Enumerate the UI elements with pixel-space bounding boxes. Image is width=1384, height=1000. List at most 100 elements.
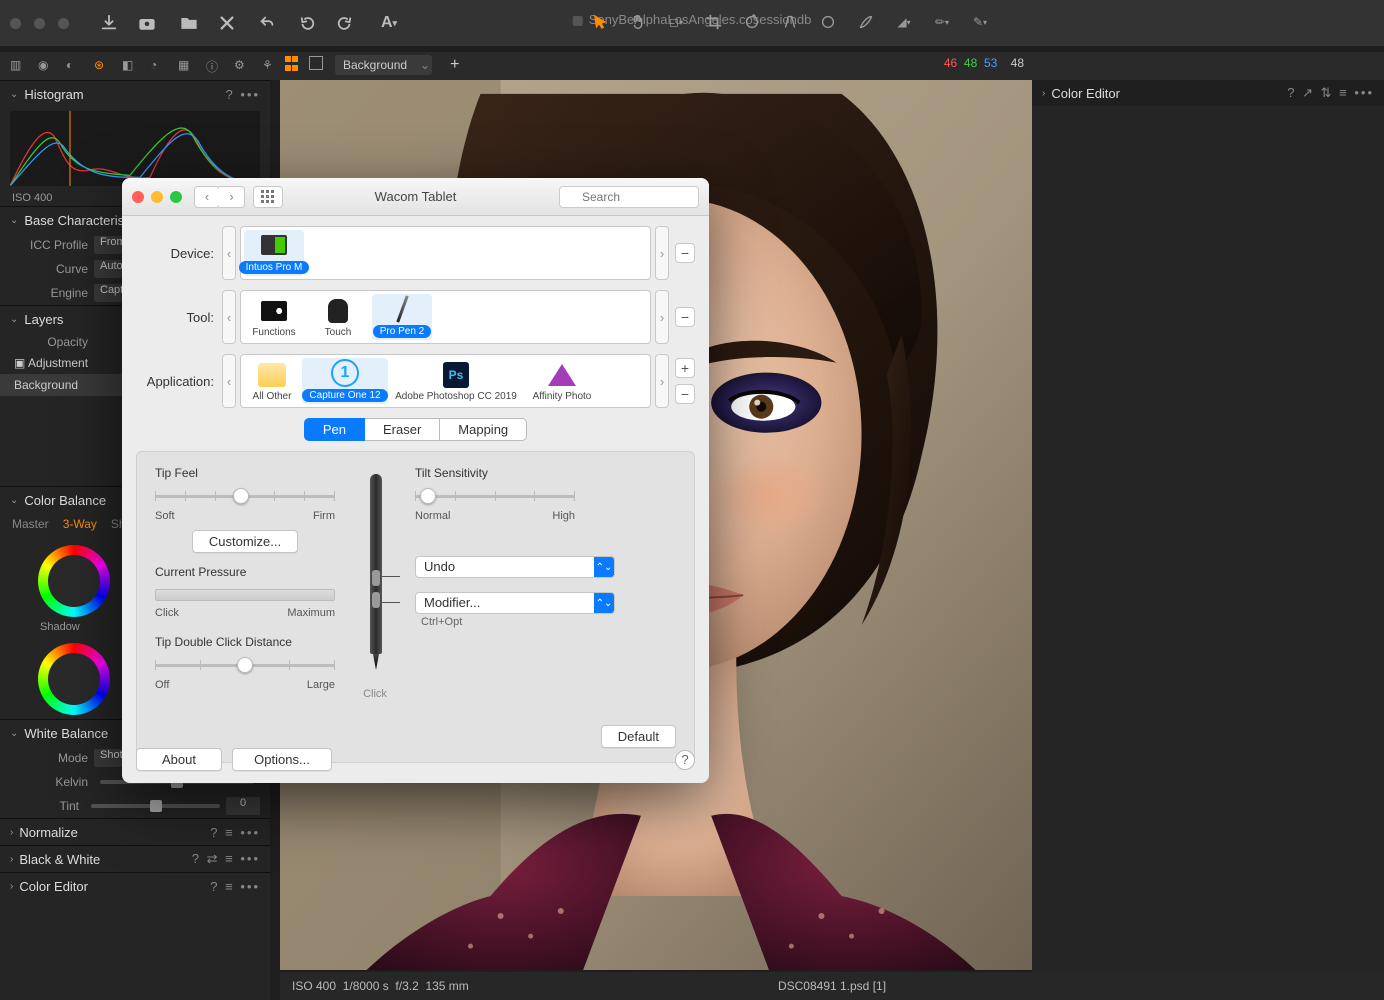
folder-icon[interactable]	[179, 13, 199, 33]
app-scroll-left[interactable]: ‹	[222, 354, 236, 408]
device-intuos[interactable]: Intuos Pro M	[244, 230, 304, 276]
tool-functions[interactable]: Functions	[244, 294, 304, 340]
tab-eraser[interactable]: Eraser	[365, 418, 440, 441]
about-button[interactable]: About	[136, 748, 222, 771]
nav-back-button[interactable]: ‹	[194, 186, 220, 208]
tool-scroll-right[interactable]: ›	[655, 290, 669, 344]
histogram-graph	[10, 111, 260, 186]
customize-button[interactable]: Customize...	[192, 530, 298, 553]
app-scroll-right[interactable]: ›	[655, 354, 669, 408]
meta-tab-icon[interactable]: ⓘ	[206, 58, 222, 74]
tab-pen[interactable]: Pen	[304, 418, 365, 441]
text-style-icon[interactable]: A▾	[379, 13, 399, 33]
import-icon[interactable]	[99, 13, 119, 33]
rotate-icon[interactable]	[742, 12, 762, 32]
tool-actions-icon[interactable]: ? •••	[226, 87, 261, 102]
x-icon[interactable]	[217, 13, 237, 33]
capture-tab-icon[interactable]: ◉	[38, 58, 54, 74]
wacom-min-dot[interactable]	[151, 191, 163, 203]
chevron-right-icon: ›	[10, 881, 13, 892]
loupe-icon[interactable]: ◻▾	[666, 12, 686, 32]
cb-tab-3way[interactable]: 3-Way	[63, 517, 97, 531]
status-shutter: 1/8000 s	[343, 979, 389, 993]
device-list: Intuos Pro M	[240, 226, 651, 280]
viewer-view-icon[interactable]	[309, 56, 323, 70]
camera-icon[interactable]	[137, 13, 157, 33]
color-wheel-1[interactable]	[38, 545, 110, 617]
wacom-close-dot[interactable]	[132, 191, 144, 203]
bw-header[interactable]: ›Black & White? ⇄ ≡ •••	[0, 846, 270, 872]
output-tab-icon[interactable]: ⚙	[234, 58, 250, 74]
active-layer-select[interactable]: Background	[335, 55, 432, 75]
spot-icon[interactable]	[818, 12, 838, 32]
right-panel-actions[interactable]: ? ↗ ⇅ ≡ •••	[1287, 85, 1374, 101]
pen-upper-button-select[interactable]: Undo⌃⌄	[415, 556, 615, 578]
color-wheel-2[interactable]	[38, 643, 110, 715]
tool-pen[interactable]: Pro Pen 2	[372, 294, 432, 340]
batch-tab-icon[interactable]: ⚘	[262, 58, 278, 74]
details-tab-icon[interactable]: ◔	[150, 58, 166, 74]
library-tab-icon[interactable]: ▥	[10, 58, 26, 74]
exposure-tab-icon[interactable]: ◧	[122, 58, 138, 74]
status-filename: DSC08491 1.psd [1]	[778, 979, 886, 993]
tool-scroll-left[interactable]: ‹	[222, 290, 236, 344]
color-editor-header[interactable]: ›Color Editor? ≡ •••	[0, 873, 270, 899]
cursor-icon[interactable]	[590, 12, 610, 32]
hand-icon[interactable]	[628, 12, 648, 32]
wb-tint-slider[interactable]	[85, 797, 226, 815]
help-button[interactable]: ?	[675, 750, 695, 770]
right-color-editor-header[interactable]: › Color Editor ? ↗ ⇅ ≡ •••	[1032, 80, 1384, 106]
normalize-header[interactable]: ›Normalize? ≡ •••	[0, 819, 270, 845]
heal-icon[interactable]: ✎▾	[970, 12, 990, 32]
lens-tab-icon[interactable]: ◐	[66, 58, 82, 74]
tip-feel-slider[interactable]	[155, 486, 335, 506]
app-affinity[interactable]: Affinity Photo	[524, 358, 600, 404]
brush-icon[interactable]	[856, 12, 876, 32]
window-traffic-lights[interactable]	[10, 18, 75, 29]
chevron-right-icon: ›	[10, 827, 13, 838]
keystone-icon[interactable]	[780, 12, 800, 32]
max-dot[interactable]	[58, 18, 69, 29]
redo-icon[interactable]	[335, 13, 355, 33]
add-layer-icon[interactable]: +	[450, 56, 459, 74]
tilt-slider[interactable]	[415, 486, 575, 506]
tool-touch[interactable]: Touch	[308, 294, 368, 340]
default-button[interactable]: Default	[601, 725, 676, 748]
wacom-titlebar[interactable]: ‹ › Wacom Tablet	[122, 178, 709, 216]
opacity-label: Opacity	[10, 335, 88, 349]
crop-icon[interactable]	[704, 12, 724, 32]
dbl-click-slider[interactable]	[155, 655, 335, 675]
wacom-max-dot[interactable]	[170, 191, 182, 203]
pen-lower-button-select[interactable]: Modifier...⌃⌄	[415, 592, 615, 614]
adjust-tab-icon[interactable]: ▦	[178, 58, 194, 74]
undo2-icon[interactable]	[297, 13, 317, 33]
app-all-other[interactable]: All Other	[244, 358, 300, 404]
app-add-button[interactable]: +	[675, 358, 695, 378]
undo-icon[interactable]	[257, 13, 277, 33]
cb-tab-master[interactable]: Master	[12, 517, 49, 531]
device-remove-button[interactable]: −	[675, 243, 695, 263]
histogram-title: Histogram	[24, 87, 83, 102]
tab-mapping[interactable]: Mapping	[440, 418, 527, 441]
tool-remove-button[interactable]: −	[675, 307, 695, 327]
app-titlebar: A▾ SonyBeAlphaLosAngeles.cosessiondb ◻▾ …	[0, 0, 1384, 46]
app-remove-button[interactable]: −	[675, 384, 695, 404]
nav-fwd-button[interactable]: ›	[219, 186, 245, 208]
gradient-icon[interactable]: ◢▾	[894, 12, 914, 32]
device-scroll-left[interactable]: ‹	[222, 226, 236, 280]
app-capture-one[interactable]: 1Capture One 12	[302, 358, 388, 404]
min-dot[interactable]	[34, 18, 45, 29]
wacom-prefs-window: ‹ › Wacom Tablet Device: ‹ Intuos Pro M …	[122, 178, 709, 783]
histogram-header[interactable]: ⌄ Histogram ? •••	[0, 81, 270, 107]
wacom-search-input[interactable]	[559, 186, 699, 208]
color-tab-icon[interactable]: ⊛	[94, 58, 110, 74]
pen-lower-sub: Ctrl+Opt	[421, 616, 676, 628]
device-scroll-right[interactable]: ›	[655, 226, 669, 280]
wb-tint-value[interactable]: 0	[226, 797, 260, 815]
show-all-button[interactable]	[253, 186, 283, 208]
eraser-icon[interactable]: ✏▾	[932, 12, 952, 32]
browser-view-icon[interactable]	[285, 56, 301, 72]
app-photoshop[interactable]: PsAdobe Photoshop CC 2019	[390, 358, 522, 404]
options-button[interactable]: Options...	[232, 748, 332, 771]
close-dot[interactable]	[10, 18, 21, 29]
